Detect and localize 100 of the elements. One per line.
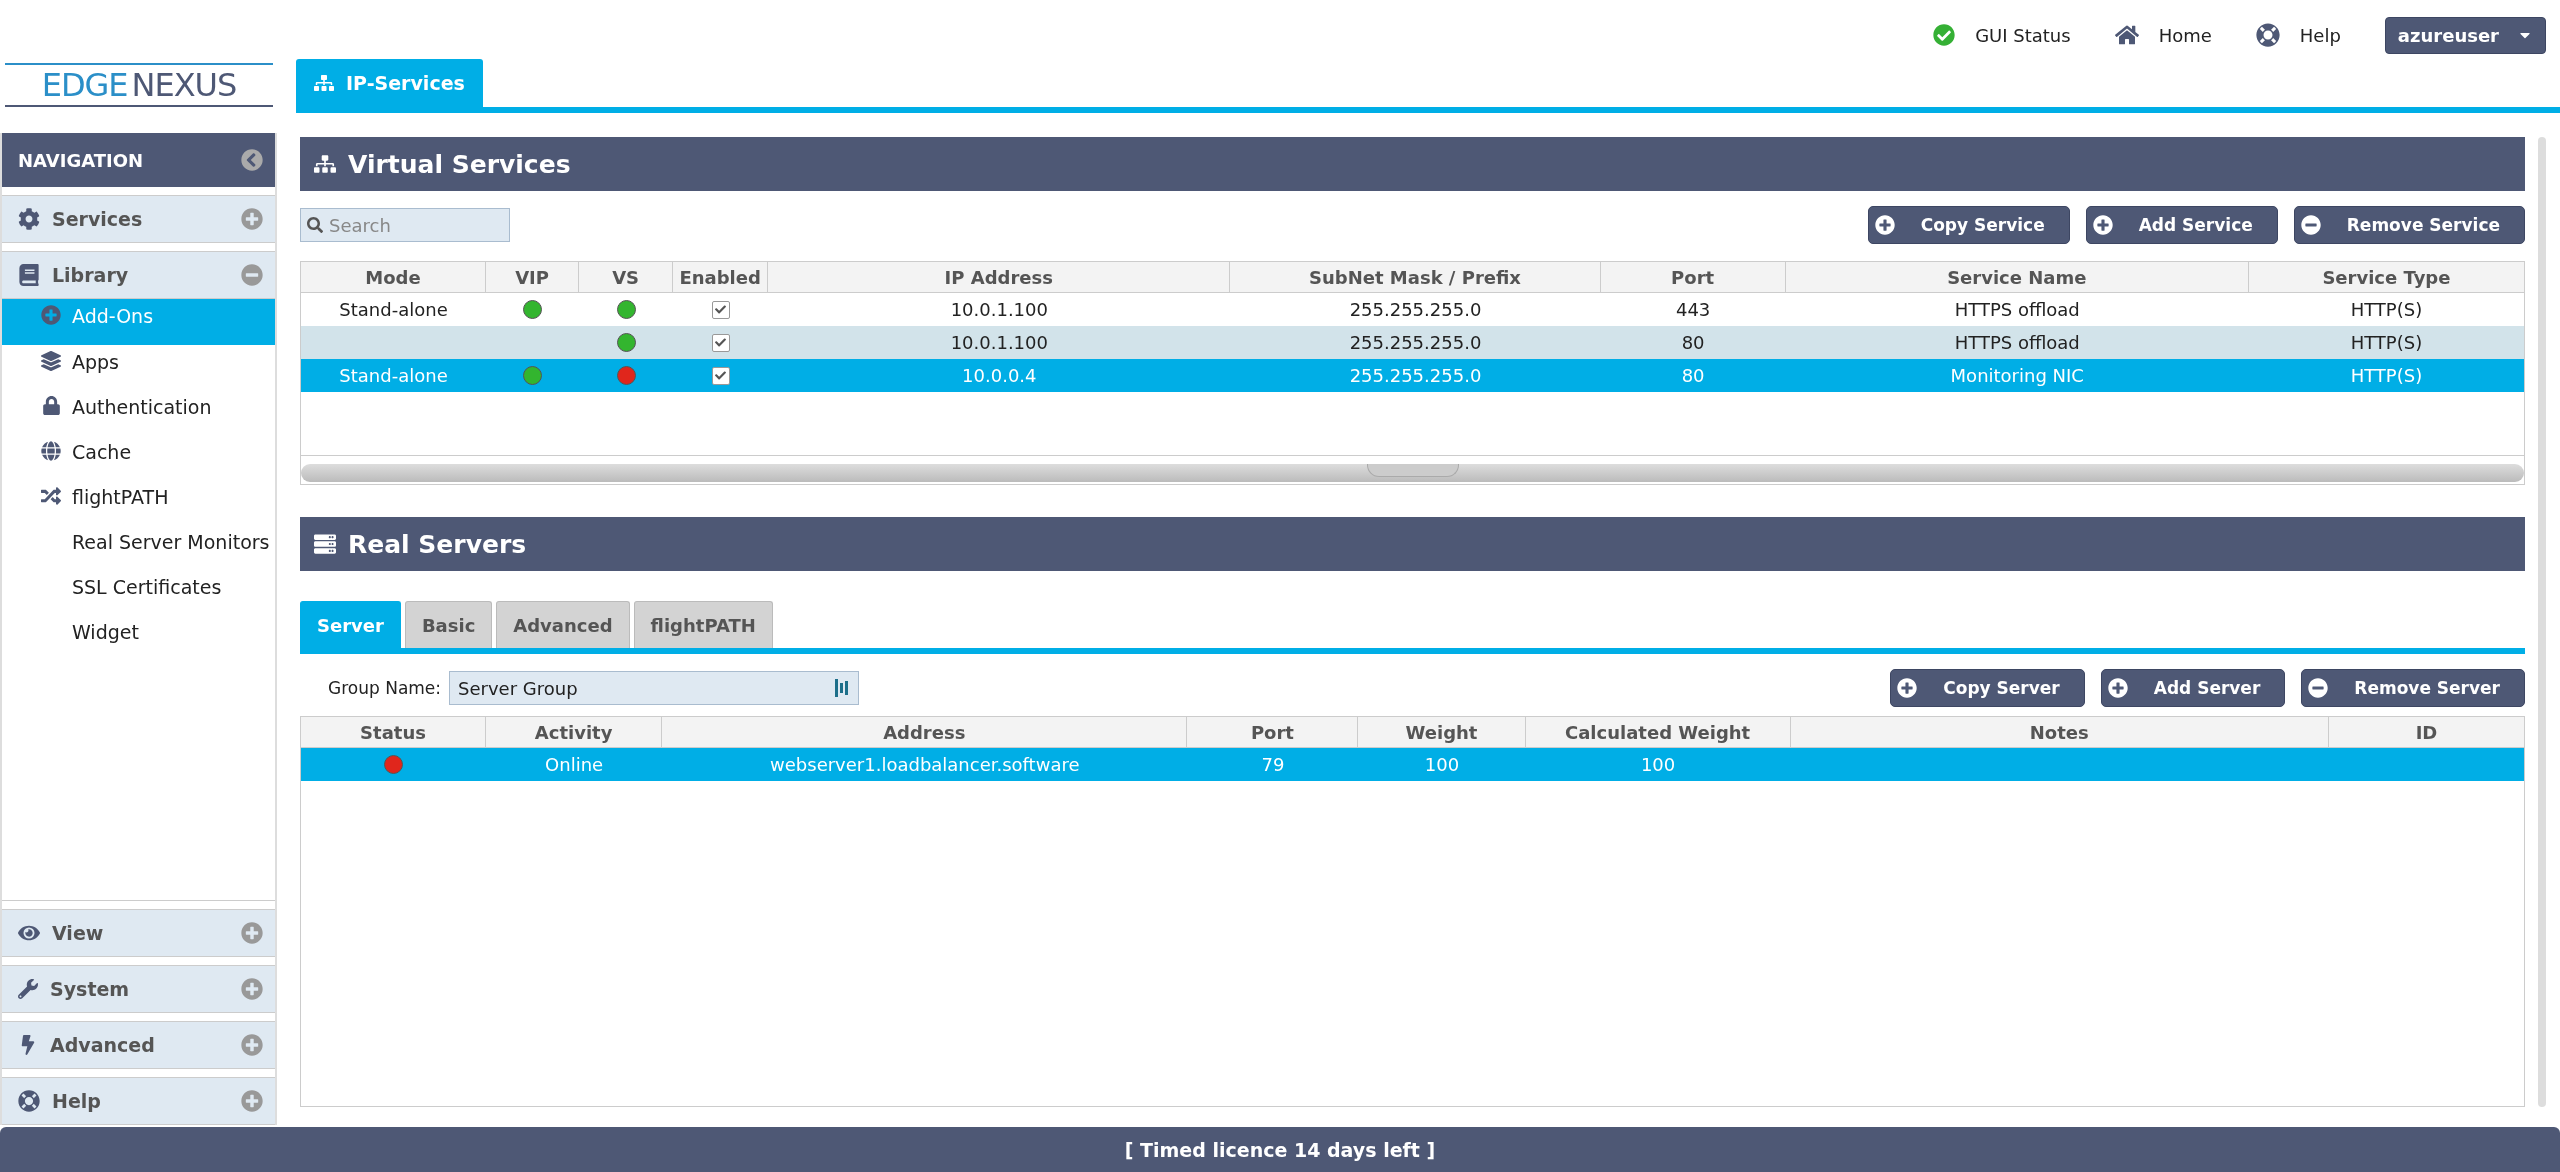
lock-icon <box>41 396 61 415</box>
table-cell: HTTP(S) <box>2350 365 2423 386</box>
table-cell: Stand-alone <box>339 365 448 386</box>
nav-group[interactable]: View <box>2 909 275 957</box>
stack-icon <box>41 351 61 371</box>
column-bars-icon <box>835 679 850 697</box>
column-header[interactable]: SubNet Mask / Prefix <box>1230 262 1601 293</box>
vertical-scrollbar[interactable] <box>2538 137 2546 1107</box>
checkbox[interactable] <box>711 300 730 319</box>
column-header[interactable]: IP Address <box>768 262 1231 293</box>
table-cell: HTTP(S) <box>2350 332 2423 353</box>
tab[interactable]: flightPATH <box>633 601 773 648</box>
action-button[interactable]: Add Server <box>2100 669 2286 707</box>
column-header[interactable]: Service Name <box>1785 262 2249 293</box>
nav-group[interactable]: Help <box>2 1077 275 1125</box>
column-header[interactable]: Enabled <box>673 262 769 293</box>
nav-item[interactable]: Cache <box>2 435 275 480</box>
table-cell: HTTPS offload <box>1954 332 2080 353</box>
check-icon <box>715 370 727 381</box>
table-cell: 255.255.255.0 <box>1349 299 1482 320</box>
check-icon <box>1933 24 1956 46</box>
table-cell: Monitoring NIC <box>1950 365 2084 386</box>
header-link[interactable]: GUI Status <box>1933 24 2071 46</box>
nav-group[interactable]: Library <box>2 251 275 299</box>
plus-icon <box>41 305 61 325</box>
column-header[interactable]: ID <box>2328 717 2524 748</box>
check-icon <box>715 304 727 315</box>
nav-group[interactable]: Advanced <box>2 1021 275 1069</box>
panel-title: Real Servers <box>348 529 527 559</box>
action-button[interactable]: Remove Server <box>2301 669 2525 707</box>
horizontal-scrollbar[interactable] <box>301 464 2524 482</box>
header-link[interactable]: Home <box>2114 23 2212 47</box>
column-header[interactable]: Activity <box>486 717 663 748</box>
nav-group[interactable]: Services <box>2 195 275 243</box>
sitemap-icon <box>314 153 336 175</box>
column-header[interactable]: Status <box>301 717 487 748</box>
table-cell: Online <box>545 754 604 775</box>
navigation-title: NAVIGATION <box>18 149 144 171</box>
table-cell: 255.255.255.0 <box>1349 332 1482 353</box>
column-header[interactable]: Mode <box>301 262 487 293</box>
table-cell: HTTPS offload <box>1954 299 2080 320</box>
minus-icon <box>2300 215 2321 235</box>
table-cell: 100 <box>1640 754 1676 775</box>
lifebuoy-icon <box>18 1090 40 1112</box>
collapse-icon[interactable] <box>241 149 263 171</box>
table-cell: 10.0.1.100 <box>950 299 1048 320</box>
nav-item[interactable]: Apps <box>2 345 275 390</box>
wrench-icon <box>18 979 38 999</box>
action-button[interactable]: Copy Server <box>1890 669 2085 707</box>
column-header[interactable]: Service Type <box>2248 262 2524 293</box>
plus-icon <box>1874 215 1895 235</box>
checkbox[interactable] <box>711 333 730 352</box>
table-cell: 80 <box>1681 365 1705 386</box>
sitemap-icon <box>314 73 334 93</box>
table-cell: 255.255.255.0 <box>1349 365 1482 386</box>
nav-item[interactable]: Authentication <box>2 390 275 435</box>
column-header[interactable]: VIP <box>486 262 580 293</box>
table-cell: 10.0.1.100 <box>950 332 1048 353</box>
lifebuoy-icon <box>2255 23 2280 47</box>
nav-group[interactable]: System <box>2 965 275 1013</box>
group-name-field[interactable]: Server Group <box>449 671 860 705</box>
table-cell: 79 <box>1261 754 1285 775</box>
search-field[interactable]: Search <box>300 208 510 242</box>
user-menu-button[interactable]: azureuser <box>2384 16 2546 54</box>
nav-item[interactable]: flightPATH <box>2 480 275 525</box>
column-header[interactable]: Port <box>1187 717 1359 748</box>
table-cell: Stand-alone <box>339 299 448 320</box>
action-button[interactable]: Remove Service <box>2293 206 2525 244</box>
checkbox[interactable] <box>711 366 730 385</box>
nav-item[interactable]: Widget <box>2 615 275 660</box>
table-cell: webserver1.loadbalancer.software <box>770 754 1080 775</box>
table-cell: 10.0.0.4 <box>962 365 1037 386</box>
licence-notice: [ Timed licence 14 days left ] <box>0 1127 2560 1172</box>
table-row[interactable]: 10.0.1.100 255.255.255.0 80 HTTPS offload HTTP(S) <box>301 326 2524 359</box>
header-link[interactable]: Help <box>2255 23 2341 47</box>
action-button[interactable]: Copy Service <box>1867 206 2070 244</box>
field-label: Group Name: <box>328 678 442 698</box>
books-icon <box>18 264 40 286</box>
table-cell: 443 <box>1675 299 1711 320</box>
column-header[interactable]: Notes <box>1790 717 2329 748</box>
gear-icon <box>18 208 40 230</box>
nav-item[interactable]: SSL Certificates <box>2 570 275 615</box>
column-header[interactable]: Weight <box>1358 717 1526 748</box>
column-header[interactable]: Calculated Weight <box>1525 717 1791 748</box>
column-header[interactable]: Port <box>1600 262 1786 293</box>
nav-item[interactable]: Real Server Monitors <box>2 525 275 570</box>
home-icon <box>2114 23 2139 47</box>
action-button[interactable]: Add Service <box>2085 206 2278 244</box>
tab[interactable]: Basic <box>404 601 493 648</box>
panel-title: Virtual Services <box>348 149 571 179</box>
table-cell: HTTP(S) <box>2350 299 2423 320</box>
logo: EDGE NEXUS <box>5 63 273 107</box>
plus-icon <box>1897 678 1918 698</box>
globe-icon <box>41 441 61 461</box>
column-header[interactable]: Address <box>662 717 1188 748</box>
plus-icon <box>2107 678 2128 698</box>
tab[interactable]: Advanced <box>496 601 630 648</box>
shuffle-icon <box>41 486 61 506</box>
column-header[interactable]: VS <box>579 262 674 293</box>
search-icon <box>307 217 323 233</box>
